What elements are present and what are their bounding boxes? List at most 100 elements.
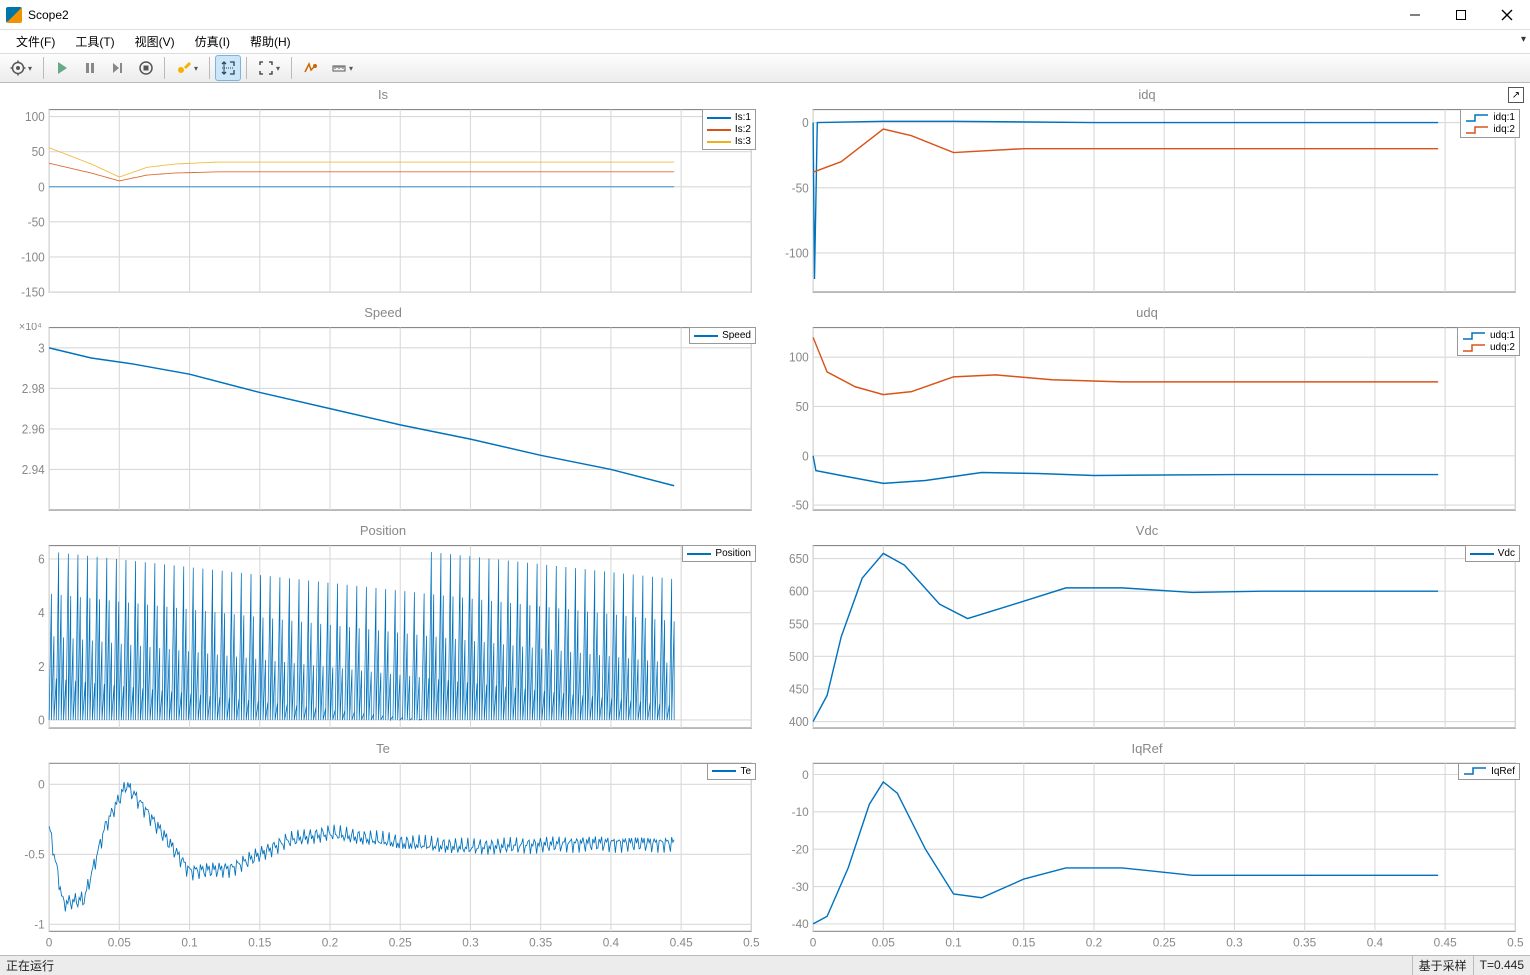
svg-text:0.35: 0.35 (529, 935, 552, 949)
plot-title: Vdc (770, 523, 1524, 541)
plot-title: idq (770, 87, 1524, 105)
svg-text:0.15: 0.15 (248, 935, 271, 949)
svg-text:0: 0 (802, 449, 809, 463)
stop-button[interactable] (133, 55, 159, 81)
legend: Te (707, 763, 756, 780)
menu-sim[interactable]: 仿真(I) (185, 31, 240, 52)
svg-text:-150: -150 (21, 286, 45, 300)
svg-text:0.25: 0.25 (1153, 935, 1176, 949)
menu-tool[interactable]: 工具(T) (65, 31, 124, 52)
svg-text:2.96: 2.96 (22, 422, 45, 436)
plot-area[interactable]: -1-0.5000.050.10.150.20.250.30.350.40.45… (6, 759, 760, 953)
plot-area[interactable]: 400450500550600650Vdc (770, 541, 1524, 735)
svg-text:4: 4 (38, 606, 45, 620)
menu-view[interactable]: 视图(V) (125, 31, 185, 52)
window-title: Scope2 (28, 8, 69, 22)
pause-button[interactable] (77, 55, 103, 81)
svg-text:0: 0 (46, 935, 53, 949)
settings-button[interactable]: ▾ (4, 55, 38, 81)
svg-text:0.25: 0.25 (389, 935, 412, 949)
menu-help[interactable]: 帮助(H) (240, 31, 301, 52)
legend-label: Speed (722, 330, 751, 341)
legend: IqRef (1458, 763, 1520, 780)
step-forward-button[interactable] (105, 55, 131, 81)
plot-Is[interactable]: Is-150-100-50050100Is:1Is:2Is:3 (6, 87, 760, 299)
svg-text:0.1: 0.1 (181, 935, 197, 949)
legend-label: Is:3 (735, 136, 751, 147)
svg-text:0.5: 0.5 (1507, 935, 1524, 949)
legend: Is:1Is:2Is:3 (702, 109, 756, 150)
status-running: 正在运行 (0, 957, 60, 974)
svg-text:0.5: 0.5 (743, 935, 760, 949)
plot-title: Speed (6, 305, 760, 323)
plot-grid: ↗ Is-150-100-50050100Is:1Is:2Is:3idq-100… (0, 83, 1530, 955)
plot-IqRef[interactable]: IqRef-40-30-20-10000.050.10.150.20.250.3… (770, 741, 1524, 953)
menu-file[interactable]: 文件(F) (6, 31, 65, 52)
svg-text:6: 6 (38, 552, 45, 566)
svg-text:0: 0 (802, 768, 809, 782)
matlab-icon (6, 7, 22, 23)
svg-text:50: 50 (32, 145, 45, 159)
svg-text:0.35: 0.35 (1293, 935, 1316, 949)
svg-text:550: 550 (789, 617, 809, 631)
legend: Vdc (1465, 545, 1520, 562)
menu-overflow-icon[interactable]: ▾ (1521, 34, 1526, 45)
svg-text:2.98: 2.98 (22, 382, 45, 396)
svg-text:650: 650 (789, 552, 809, 566)
svg-text:0.2: 0.2 (1086, 935, 1102, 949)
autoscale-button[interactable]: ▾ (252, 55, 286, 81)
maximize-button[interactable] (1438, 0, 1484, 30)
legend: idq:1idq:2 (1460, 109, 1520, 138)
svg-text:500: 500 (789, 650, 809, 664)
svg-text:0.15: 0.15 (1012, 935, 1035, 949)
plot-Speed[interactable]: Speed2.942.962.983×10⁴Speed (6, 305, 760, 517)
svg-text:3: 3 (38, 341, 45, 355)
plot-area[interactable]: -150-100-50050100Is:1Is:2Is:3 (6, 105, 760, 299)
plot-area[interactable]: -100-500idq:1idq:2 (770, 105, 1524, 299)
legend-label: Is:1 (735, 112, 751, 123)
svg-text:-100: -100 (785, 246, 809, 260)
legend-label: idq:1 (1493, 112, 1515, 123)
svg-text:-1: -1 (34, 918, 45, 932)
legend-label: Te (740, 766, 751, 777)
svg-text:0.05: 0.05 (872, 935, 895, 949)
menu-bar: 文件(F) 工具(T) 视图(V) 仿真(I) 帮助(H) ▾ (0, 30, 1530, 54)
close-button[interactable] (1484, 0, 1530, 30)
plot-area[interactable]: 2.942.962.983×10⁴Speed (6, 323, 760, 517)
plot-Te[interactable]: Te-1-0.5000.050.10.150.20.250.30.350.40.… (6, 741, 760, 953)
toolbar: ▾ ▾ ▾ ▾ (0, 54, 1530, 83)
legend-label: udq:2 (1490, 342, 1515, 353)
plot-idq[interactable]: idq-100-500idq:1idq:2 (770, 87, 1524, 299)
zoom-xy-button[interactable] (215, 55, 241, 81)
svg-text:0.45: 0.45 (670, 935, 693, 949)
plot-area[interactable]: -40-30-20-10000.050.10.150.20.250.30.350… (770, 759, 1524, 953)
title-bar: Scope2 (0, 0, 1530, 30)
triggers-button[interactable] (297, 55, 323, 81)
run-button[interactable] (49, 55, 75, 81)
minimize-button[interactable] (1392, 0, 1438, 30)
svg-text:0: 0 (38, 713, 45, 727)
plot-Vdc[interactable]: Vdc400450500550600650Vdc (770, 523, 1524, 735)
svg-text:-50: -50 (28, 215, 45, 229)
legend-label: Is:2 (735, 124, 751, 135)
plot-title: Is (6, 87, 760, 105)
legend-label: Vdc (1498, 548, 1515, 559)
svg-text:0.3: 0.3 (1226, 935, 1243, 949)
plot-udq[interactable]: udq-50050100udq:1udq:2 (770, 305, 1524, 517)
svg-text:-100: -100 (21, 250, 45, 264)
highlight-signal-button[interactable]: ▾ (170, 55, 204, 81)
status-bar: 正在运行 基于采样 T=0.445 (0, 955, 1530, 975)
status-time: T=0.445 (1473, 956, 1530, 975)
status-sample-mode: 基于采样 (1412, 956, 1473, 975)
measurements-button[interactable]: ▾ (325, 55, 359, 81)
plot-area[interactable]: 0246Position (6, 541, 760, 735)
legend: Position (682, 545, 756, 562)
plot-area[interactable]: -50050100udq:1udq:2 (770, 323, 1524, 517)
plot-Position[interactable]: Position0246Position (6, 523, 760, 735)
svg-text:0: 0 (38, 180, 45, 194)
svg-text:450: 450 (789, 682, 809, 696)
svg-text:-0.5: -0.5 (24, 848, 45, 862)
svg-text:0.4: 0.4 (603, 935, 620, 949)
svg-text:0.45: 0.45 (1434, 935, 1457, 949)
svg-text:0: 0 (810, 935, 817, 949)
